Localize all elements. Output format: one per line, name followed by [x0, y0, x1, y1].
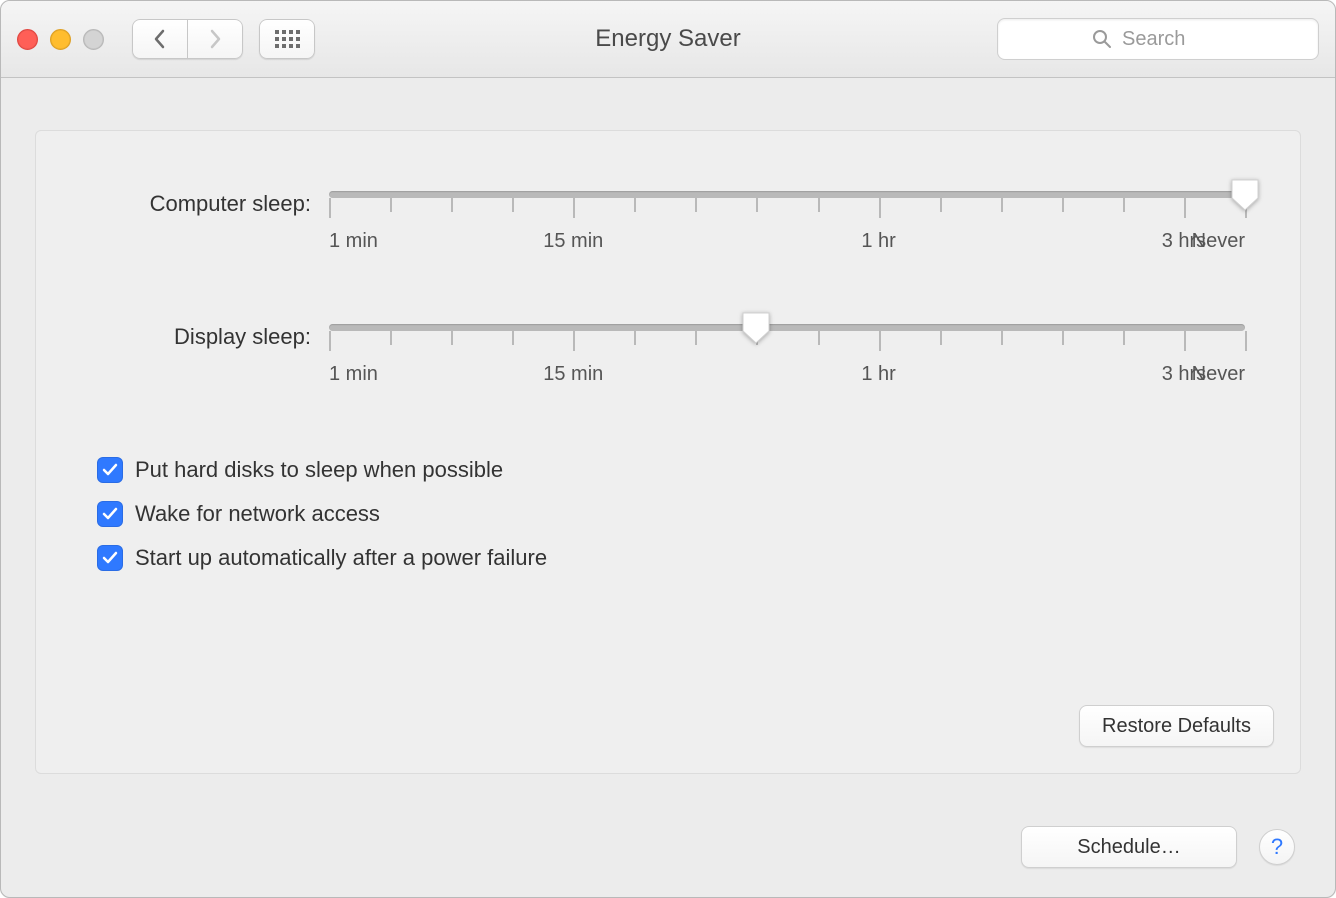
slider-tick [512, 198, 514, 212]
slider-tick [1123, 331, 1125, 345]
checkbox-group: Put hard disks to sleep when possible Wa… [97, 457, 1245, 571]
window-controls [17, 29, 104, 50]
footer: Schedule… ? [35, 798, 1301, 868]
slider-thumb[interactable] [741, 311, 771, 345]
slider-tick [1184, 198, 1186, 218]
start-up-checkbox[interactable] [97, 545, 123, 571]
slider-labels: 1 min15 min1 hr3 hrsNever [329, 363, 1245, 389]
nav-buttons [132, 19, 243, 59]
slider-tick [1123, 198, 1125, 212]
hard-disks-checkbox[interactable] [97, 457, 123, 483]
slider-tick [940, 331, 942, 345]
slider-labels: 1 min15 min1 hr3 hrsNever [329, 230, 1245, 256]
hard-disks-label: Put hard disks to sleep when possible [135, 457, 503, 483]
slider-tick-label: Never [1192, 230, 1245, 253]
slider-tick-label: 1 min [329, 230, 378, 253]
slider-tick [329, 331, 331, 351]
display-sleep-slider[interactable]: 1 min15 min1 hr3 hrsNever [329, 324, 1245, 389]
slider-tick [1245, 331, 1247, 351]
slider-tick [818, 198, 820, 212]
grid-icon [275, 30, 300, 48]
slider-tick-label: 15 min [543, 363, 603, 386]
slider-tick [1001, 198, 1003, 212]
chevron-right-icon [208, 29, 222, 49]
wake-network-checkbox-row: Wake for network access [97, 501, 1245, 527]
computer-sleep-slider[interactable]: 1 min15 min1 hr3 hrsNever [329, 191, 1245, 256]
restore-defaults-button[interactable]: Restore Defaults [1079, 705, 1274, 747]
forward-button-disabled [188, 19, 243, 59]
display-sleep-row: Display sleep: 1 min15 min1 hr3 hrsNever [91, 324, 1245, 389]
wake-network-checkbox[interactable] [97, 501, 123, 527]
slider-tick [695, 331, 697, 345]
minimize-window-button[interactable] [50, 29, 71, 50]
slider-tick-label: 1 hr [861, 230, 895, 253]
slider-tick [818, 331, 820, 345]
slider-tick [634, 198, 636, 212]
slider-tick [512, 331, 514, 345]
checkmark-icon [101, 505, 119, 523]
slider-tick [573, 198, 575, 218]
checkmark-icon [101, 461, 119, 479]
checkmark-icon [101, 549, 119, 567]
start-up-checkbox-row: Start up automatically after a power fai… [97, 545, 1245, 571]
slider-thumb[interactable] [1230, 178, 1260, 212]
slider-track [329, 191, 1245, 198]
wake-network-label: Wake for network access [135, 501, 380, 527]
slider-track [329, 324, 1245, 331]
content-area: Computer sleep: 1 min15 min1 hr3 hrsNeve… [1, 78, 1335, 898]
prefs-window: Energy Saver Computer sleep: 1 min 15 min… [0, 0, 1336, 898]
slider-tick [329, 198, 331, 218]
slider-tick [1001, 331, 1003, 345]
slider-tick [390, 331, 392, 345]
slider-tick-label: 1 hr [861, 363, 895, 386]
search-icon [1092, 29, 1112, 49]
start-up-label: Start up automatically after a power fai… [135, 545, 547, 571]
slider-tick [573, 331, 575, 351]
hard-disks-checkbox-row: Put hard disks to sleep when possible [97, 457, 1245, 483]
slider-tick [390, 198, 392, 212]
slider-ticks [329, 198, 1245, 218]
schedule-button[interactable]: Schedule… [1021, 826, 1237, 868]
settings-panel: Computer sleep: 1 min15 min1 hr3 hrsNeve… [35, 130, 1301, 774]
slider-tick [1184, 331, 1186, 351]
slider-tick [451, 198, 453, 212]
show-all-button[interactable] [259, 19, 315, 59]
zoom-window-button-disabled [83, 29, 104, 50]
computer-sleep-row: Computer sleep: 1 min15 min1 hr3 hrsNeve… [91, 191, 1245, 256]
back-button[interactable] [132, 19, 188, 59]
toolbar: Energy Saver [1, 1, 1335, 78]
computer-sleep-label: Computer sleep: [91, 191, 329, 217]
search-field[interactable] [997, 18, 1319, 60]
search-input[interactable] [1120, 27, 1224, 52]
slider-tick [879, 331, 881, 351]
slider-tick [940, 198, 942, 212]
chevron-left-icon [153, 29, 167, 49]
slider-tick [451, 331, 453, 345]
slider-tick [1062, 198, 1064, 212]
display-sleep-label: Display sleep: [91, 324, 329, 350]
slider-tick-label: 15 min [543, 230, 603, 253]
close-window-button[interactable] [17, 29, 38, 50]
slider-tick [756, 198, 758, 212]
slider-tick [879, 198, 881, 218]
slider-tick [634, 331, 636, 345]
help-button[interactable]: ? [1259, 829, 1295, 865]
slider-ticks [329, 331, 1245, 351]
slider-tick [1062, 331, 1064, 345]
slider-tick-label: Never [1192, 363, 1245, 386]
slider-tick-label: 1 min [329, 363, 378, 386]
slider-tick [695, 198, 697, 212]
